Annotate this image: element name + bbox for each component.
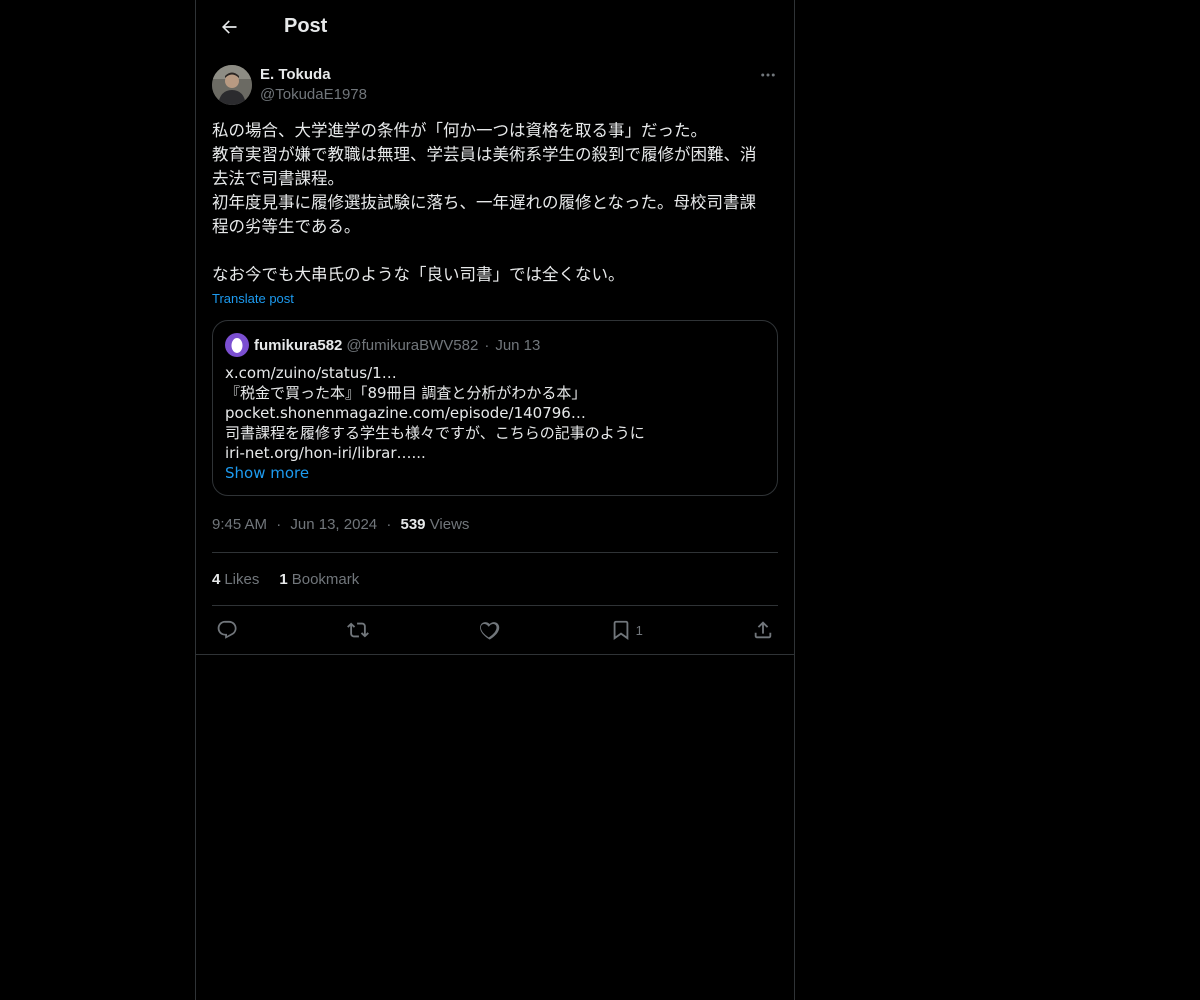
share-icon [754,621,772,639]
likes-count: 4 [212,570,221,588]
author-handle[interactable]: @TokudaE1978 [260,85,367,105]
views-label: Views [429,516,470,533]
page-header: Post [196,0,794,53]
quoted-line: 司書課程を履修する学生も様々ですが、こちらの記事のように [225,424,645,442]
bookmarks-stat[interactable]: 1 Bookmark [279,571,359,588]
like-button[interactable] [478,619,500,641]
post-line: 程の劣等生である。 [212,217,361,236]
likes-stat[interactable]: 4 Likes [212,571,259,588]
back-button[interactable] [212,10,246,44]
quoted-date[interactable]: Jun 13 [495,337,540,354]
post-text: 私の場合、大学進学の条件が「何か一つは資格を取る事」だった。 教育実習が嫌で教職… [212,119,778,287]
post-line: 教育実習が嫌で教職は無理、学芸員は美術系学生の殺到で履修が困難、消 [212,145,757,164]
more-options-button[interactable] [758,65,778,85]
quoted-post-text: x.com/zuino/status/1… 『税金で買った本』「89冊目 調査と… [225,363,765,483]
show-more-link[interactable]: Show more [225,463,309,483]
more-dots-icon [761,73,775,77]
separator-dot: · [276,516,282,533]
post-time[interactable]: 9:45 AM [212,516,267,533]
post-line: なお今でも大串氏のような「良い司書」では全くない。 [212,265,625,284]
post-line: 初年度見事に履修選抜試験に落ち、一年遅れの履修となった。母校司書課 [212,193,757,212]
quoted-avatar[interactable] [225,333,249,357]
author-name[interactable]: E. Tokuda [260,65,367,85]
avatar-image [212,65,252,105]
post-line: 私の場合、大学進学の条件が「何か一つは資格を取る事」だった。 [212,121,707,140]
post-date[interactable]: Jun 13, 2024 [290,516,377,533]
post-column: Post E. Tokuda @TokudaE1978 私の場合、大学進学の条件… [195,0,795,1000]
reply-icon [217,620,237,639]
like-icon [480,622,500,640]
quoted-line: 『税金で買った本』「89冊目 調査と分析がわかる本」 [225,384,587,402]
likes-label: Likes [224,570,260,588]
quoted-line: x.com/zuino/status/1… [225,364,397,382]
divider [196,654,794,655]
avatar[interactable] [212,65,252,105]
bookmarks-count: 1 [279,570,288,588]
quoted-post-header: fumikura582 @fumikuraBWV582 · Jun 13 [225,333,765,357]
action-bar: 1 [212,606,778,654]
quoted-line: iri-net.org/hon-iri/librar…... [225,444,426,462]
reply-button[interactable] [216,619,238,641]
repost-icon [347,622,370,638]
post-line [212,239,778,263]
repost-button[interactable] [347,619,370,641]
translate-post-link[interactable]: Translate post [212,291,294,306]
separator-dot: · [484,336,490,354]
post: E. Tokuda @TokudaE1978 私の場合、大学進学の条件が「何か一… [196,65,794,654]
author-row: E. Tokuda @TokudaE1978 [212,65,778,105]
back-arrow-icon [222,19,237,34]
share-button[interactable] [752,619,774,641]
quoted-author-handle[interactable]: @fumikuraBWV582 [346,337,478,354]
egg-avatar-icon [231,338,243,353]
post-line: 去法で司書課程。 [212,169,344,188]
bookmark-count: 1 [635,622,643,638]
bookmarks-label: Bookmark [291,570,360,588]
engagement-stats: 4 Likes 1 Bookmark [212,553,778,605]
page-title: Post [284,15,328,37]
quoted-author-name[interactable]: fumikura582 [254,337,342,354]
post-timestamp: 9:45 AM · Jun 13, 2024 · 539 Views [212,512,778,538]
separator-dot: · [386,516,392,533]
quoted-line: pocket.shonenmagazine.com/episode/140796… [225,404,586,422]
author-meta: E. Tokuda @TokudaE1978 [260,65,367,105]
bookmark-button[interactable]: 1 [610,619,643,641]
views-count: 539 [400,516,426,533]
bookmark-icon [613,620,628,640]
quoted-post[interactable]: fumikura582 @fumikuraBWV582 · Jun 13 x.c… [212,320,778,496]
